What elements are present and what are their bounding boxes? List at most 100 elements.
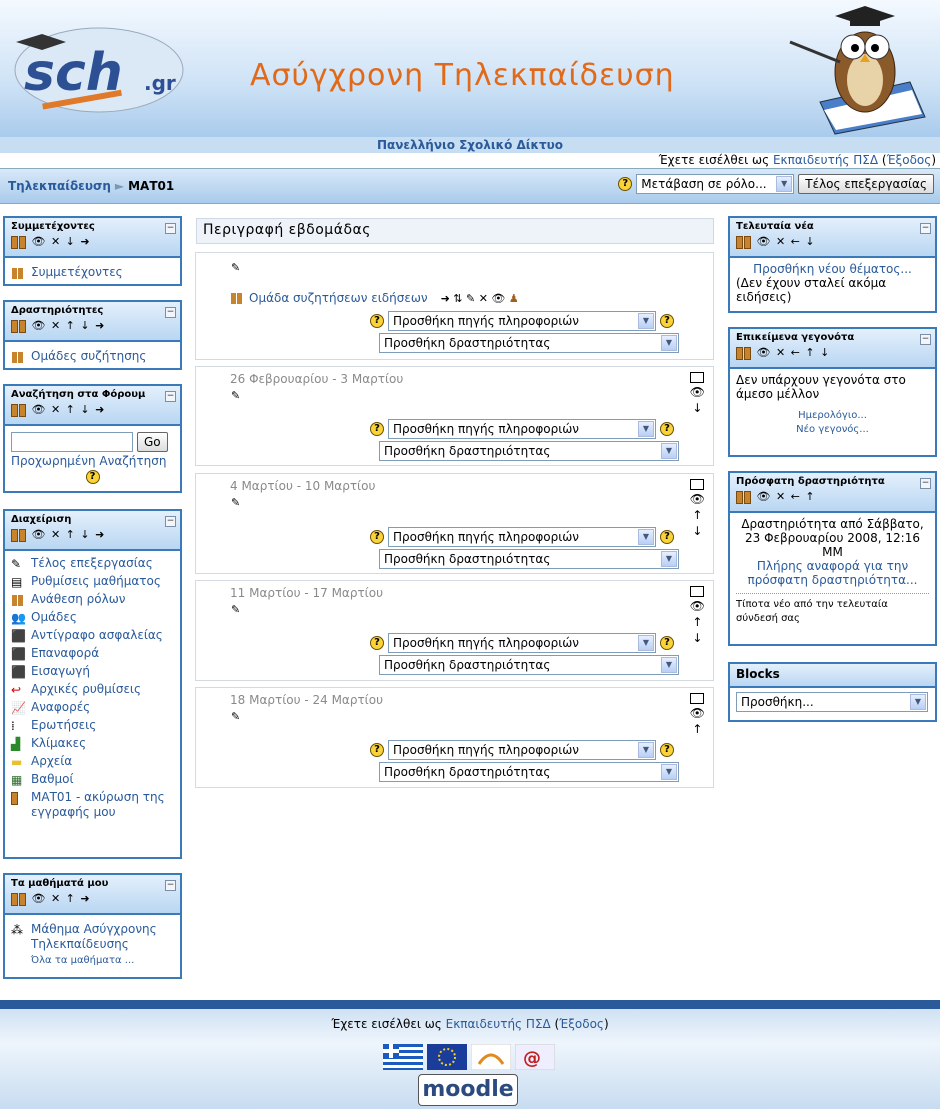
admin-item-reset[interactable]: ↩ Αρχικές ρυθμίσεις (11, 682, 174, 697)
forums-link[interactable]: Ομάδες συζήτησης (31, 349, 146, 364)
course-list-item[interactable]: ⁂ Μάθημα Ασύγχρονης Τηλεκπαίδευσης (11, 922, 174, 952)
highlight-week-icon[interactable] (690, 693, 705, 704)
edit-summary-icon[interactable]: ✎ (231, 710, 240, 723)
help-icon[interactable]: ? (660, 636, 674, 650)
help-icon[interactable]: ? (618, 177, 633, 191)
sidebar-item-participants[interactable]: Συμμετέχοντες (11, 265, 174, 280)
edit-summary-icon[interactable]: ✎ (231, 603, 240, 616)
help-icon[interactable]: ? (85, 470, 100, 484)
forum-search-input[interactable] (11, 432, 133, 452)
admin-item-course-settings[interactable]: ▤ Ρυθμίσεις μαθήματος (11, 574, 174, 589)
move-up-icon[interactable]: ↑ (692, 615, 702, 629)
moodle-logo[interactable]: moodle (418, 1074, 518, 1106)
edit-summary-icon[interactable]: ✎ (231, 389, 240, 402)
activity-edit-icons[interactable]: ➜ ⇅ ✎ ✕ 👁 ♟ (441, 292, 519, 305)
calendar-link[interactable]: Ημερολόγιο... (736, 409, 929, 423)
admin-link[interactable]: Ερωτήσεις (31, 718, 96, 733)
network-link[interactable]: Πανελλήνιο Σχολικό Δίκτυο (377, 138, 563, 152)
add-activity-select[interactable]: Προσθήκη δραστηριότητας ▼ (379, 762, 679, 782)
admin-link[interactable]: ΜΑΤ01 - ακύρωση της εγγραφής μου (31, 790, 174, 820)
advanced-search-link[interactable]: Προχωρημένη Αναζήτηση (11, 454, 174, 468)
hide-block-icon[interactable]: − (165, 516, 176, 527)
hide-block-icon[interactable]: − (165, 307, 176, 318)
email-at-icon[interactable]: @ (515, 1044, 555, 1070)
admin-link[interactable]: Αναφορές (31, 700, 90, 715)
help-icon[interactable]: ? (370, 530, 384, 544)
add-activity-select[interactable]: Προσθήκη δραστηριότητας ▼ (379, 441, 679, 461)
user-link[interactable]: Εκπαιδευτής ΠΣΔ (773, 153, 878, 167)
edit-summary-icon[interactable]: ✎ (231, 261, 240, 274)
news-forum-link[interactable]: Ομάδα συζητήσεων ειδήσεων (249, 291, 428, 305)
sidebar-item-forums[interactable]: Ομάδες συζήτησης (11, 349, 174, 364)
eye-icon[interactable]: 👁 (690, 706, 705, 720)
admin-item-grades[interactable]: ▦ Βαθμοί (11, 772, 174, 787)
admin-link[interactable]: Αρχικές ρυθμίσεις (31, 682, 141, 697)
admin-link[interactable]: Εισαγωγή (31, 664, 90, 679)
add-news-topic-link[interactable]: Προσθήκη νέου θέματος... (736, 262, 929, 276)
block-edit-icons[interactable]: 👁 ✕ ← ↓ (736, 235, 931, 249)
admin-item-files[interactable]: ▬ Αρχεία (11, 754, 174, 769)
hide-block-icon[interactable]: − (165, 880, 176, 891)
breadcrumb-home-link[interactable]: Τηλεκπαίδευση (8, 179, 111, 193)
move-down-icon[interactable]: ↓ (692, 524, 702, 538)
hide-block-icon[interactable]: − (920, 334, 931, 345)
participants-link[interactable]: Συμμετέχοντες (31, 265, 123, 280)
admin-link[interactable]: Αντίγραφο ασφαλείας (31, 628, 163, 643)
help-icon[interactable]: ? (370, 422, 384, 436)
admin-item-reports[interactable]: 📈 Αναφορές (11, 700, 174, 715)
user-link[interactable]: Εκπαιδευτής ΠΣΔ (446, 1017, 551, 1031)
eye-icon[interactable]: 👁 (690, 385, 705, 399)
add-activity-select[interactable]: Προσθήκη δραστηριότητας ▼ (379, 655, 679, 675)
eye-icon[interactable]: 👁 (690, 492, 705, 506)
admin-link[interactable]: Αρχεία (31, 754, 72, 769)
hide-block-icon[interactable]: − (165, 391, 176, 402)
admin-link[interactable]: Επαναφορά (31, 646, 99, 661)
add-resource-select[interactable]: Προσθήκη πηγής πληροφοριών ▼ (388, 419, 656, 439)
admin-link[interactable]: Ανάθεση ρόλων (31, 592, 126, 607)
end-editing-button[interactable]: Τέλος επεξεργασίας (798, 174, 934, 194)
hide-block-icon[interactable]: − (920, 223, 931, 234)
admin-item-questions[interactable]: ⁞ Ερωτήσεις (11, 718, 174, 733)
logout-link[interactable]: Έξοδος (559, 1017, 604, 1031)
help-icon[interactable]: ? (370, 636, 384, 650)
admin-link[interactable]: Κλίμακες (31, 736, 86, 751)
admin-link[interactable]: Βαθμοί (31, 772, 74, 787)
highlight-week-icon[interactable] (690, 586, 705, 597)
block-edit-icons[interactable]: 👁 ✕ ← ↑ (736, 490, 931, 504)
move-down-icon[interactable]: ↓ (692, 401, 702, 415)
admin-item-unenrol[interactable]: ΜΑΤ01 - ακύρωση της εγγραφής μου (11, 790, 174, 820)
edit-summary-icon[interactable]: ✎ (231, 496, 240, 509)
course-link[interactable]: Μάθημα Ασύγχρονης Τηλεκπαίδευσης (31, 922, 174, 952)
help-icon[interactable]: ? (660, 743, 674, 757)
block-edit-icons[interactable]: 👁 ✕ ↑ ↓ ➜ (11, 528, 176, 542)
block-edit-icons[interactable]: 👁 ✕ ↓ ➜ (11, 235, 176, 249)
greek-flag-icon[interactable] (383, 1044, 423, 1070)
block-edit-icons[interactable]: 👁 ✕ ↑ ➜ (11, 892, 176, 906)
admin-item-assign-roles[interactable]: Ανάθεση ρόλων (11, 592, 174, 607)
admin-link[interactable]: Ρυθμίσεις μαθήματος (31, 574, 161, 589)
forum-search-go-button[interactable]: Go (137, 432, 168, 452)
admin-item-import[interactable]: ⬛ Εισαγωγή (11, 664, 174, 679)
network-banner[interactable]: Πανελλήνιο Σχολικό Δίκτυο (0, 137, 940, 153)
help-icon[interactable]: ? (660, 422, 674, 436)
hide-block-icon[interactable]: − (920, 478, 931, 489)
ministry-logo-icon[interactable] (471, 1044, 511, 1070)
switch-role-select[interactable]: Μετάβαση σε ρόλο... ▼ (636, 174, 795, 194)
help-icon[interactable]: ? (370, 743, 384, 757)
add-resource-select[interactable]: Προσθήκη πηγής πληροφοριών ▼ (388, 311, 656, 331)
sch-logo[interactable]: sch .gr (14, 20, 194, 116)
add-activity-select[interactable]: Προσθήκη δραστηριότητας ▼ (379, 549, 679, 569)
add-activity-select[interactable]: Προσθήκη δραστηριότητας ▼ (379, 333, 679, 353)
new-event-link[interactable]: Νέο γεγονός... (736, 423, 929, 437)
move-up-icon[interactable]: ↑ (692, 722, 702, 736)
block-edit-icons[interactable]: 👁 ✕ ↑ ↓ ➜ (11, 403, 176, 417)
block-edit-icons[interactable]: 👁 ✕ ↑ ↓ ➜ (11, 319, 176, 333)
eye-icon[interactable]: 👁 (690, 599, 705, 613)
move-down-icon[interactable]: ↓ (692, 631, 702, 645)
highlight-week-icon[interactable] (690, 372, 705, 383)
help-icon[interactable]: ? (370, 314, 384, 328)
add-resource-select[interactable]: Προσθήκη πηγής πληροφοριών ▼ (388, 740, 656, 760)
all-courses-link[interactable]: Όλα τα μαθήματα ... (31, 955, 174, 966)
admin-item-backup[interactable]: ⬛ Αντίγραφο ασφαλείας (11, 628, 174, 643)
add-block-select[interactable]: Προσθήκη... ▼ (736, 692, 928, 712)
